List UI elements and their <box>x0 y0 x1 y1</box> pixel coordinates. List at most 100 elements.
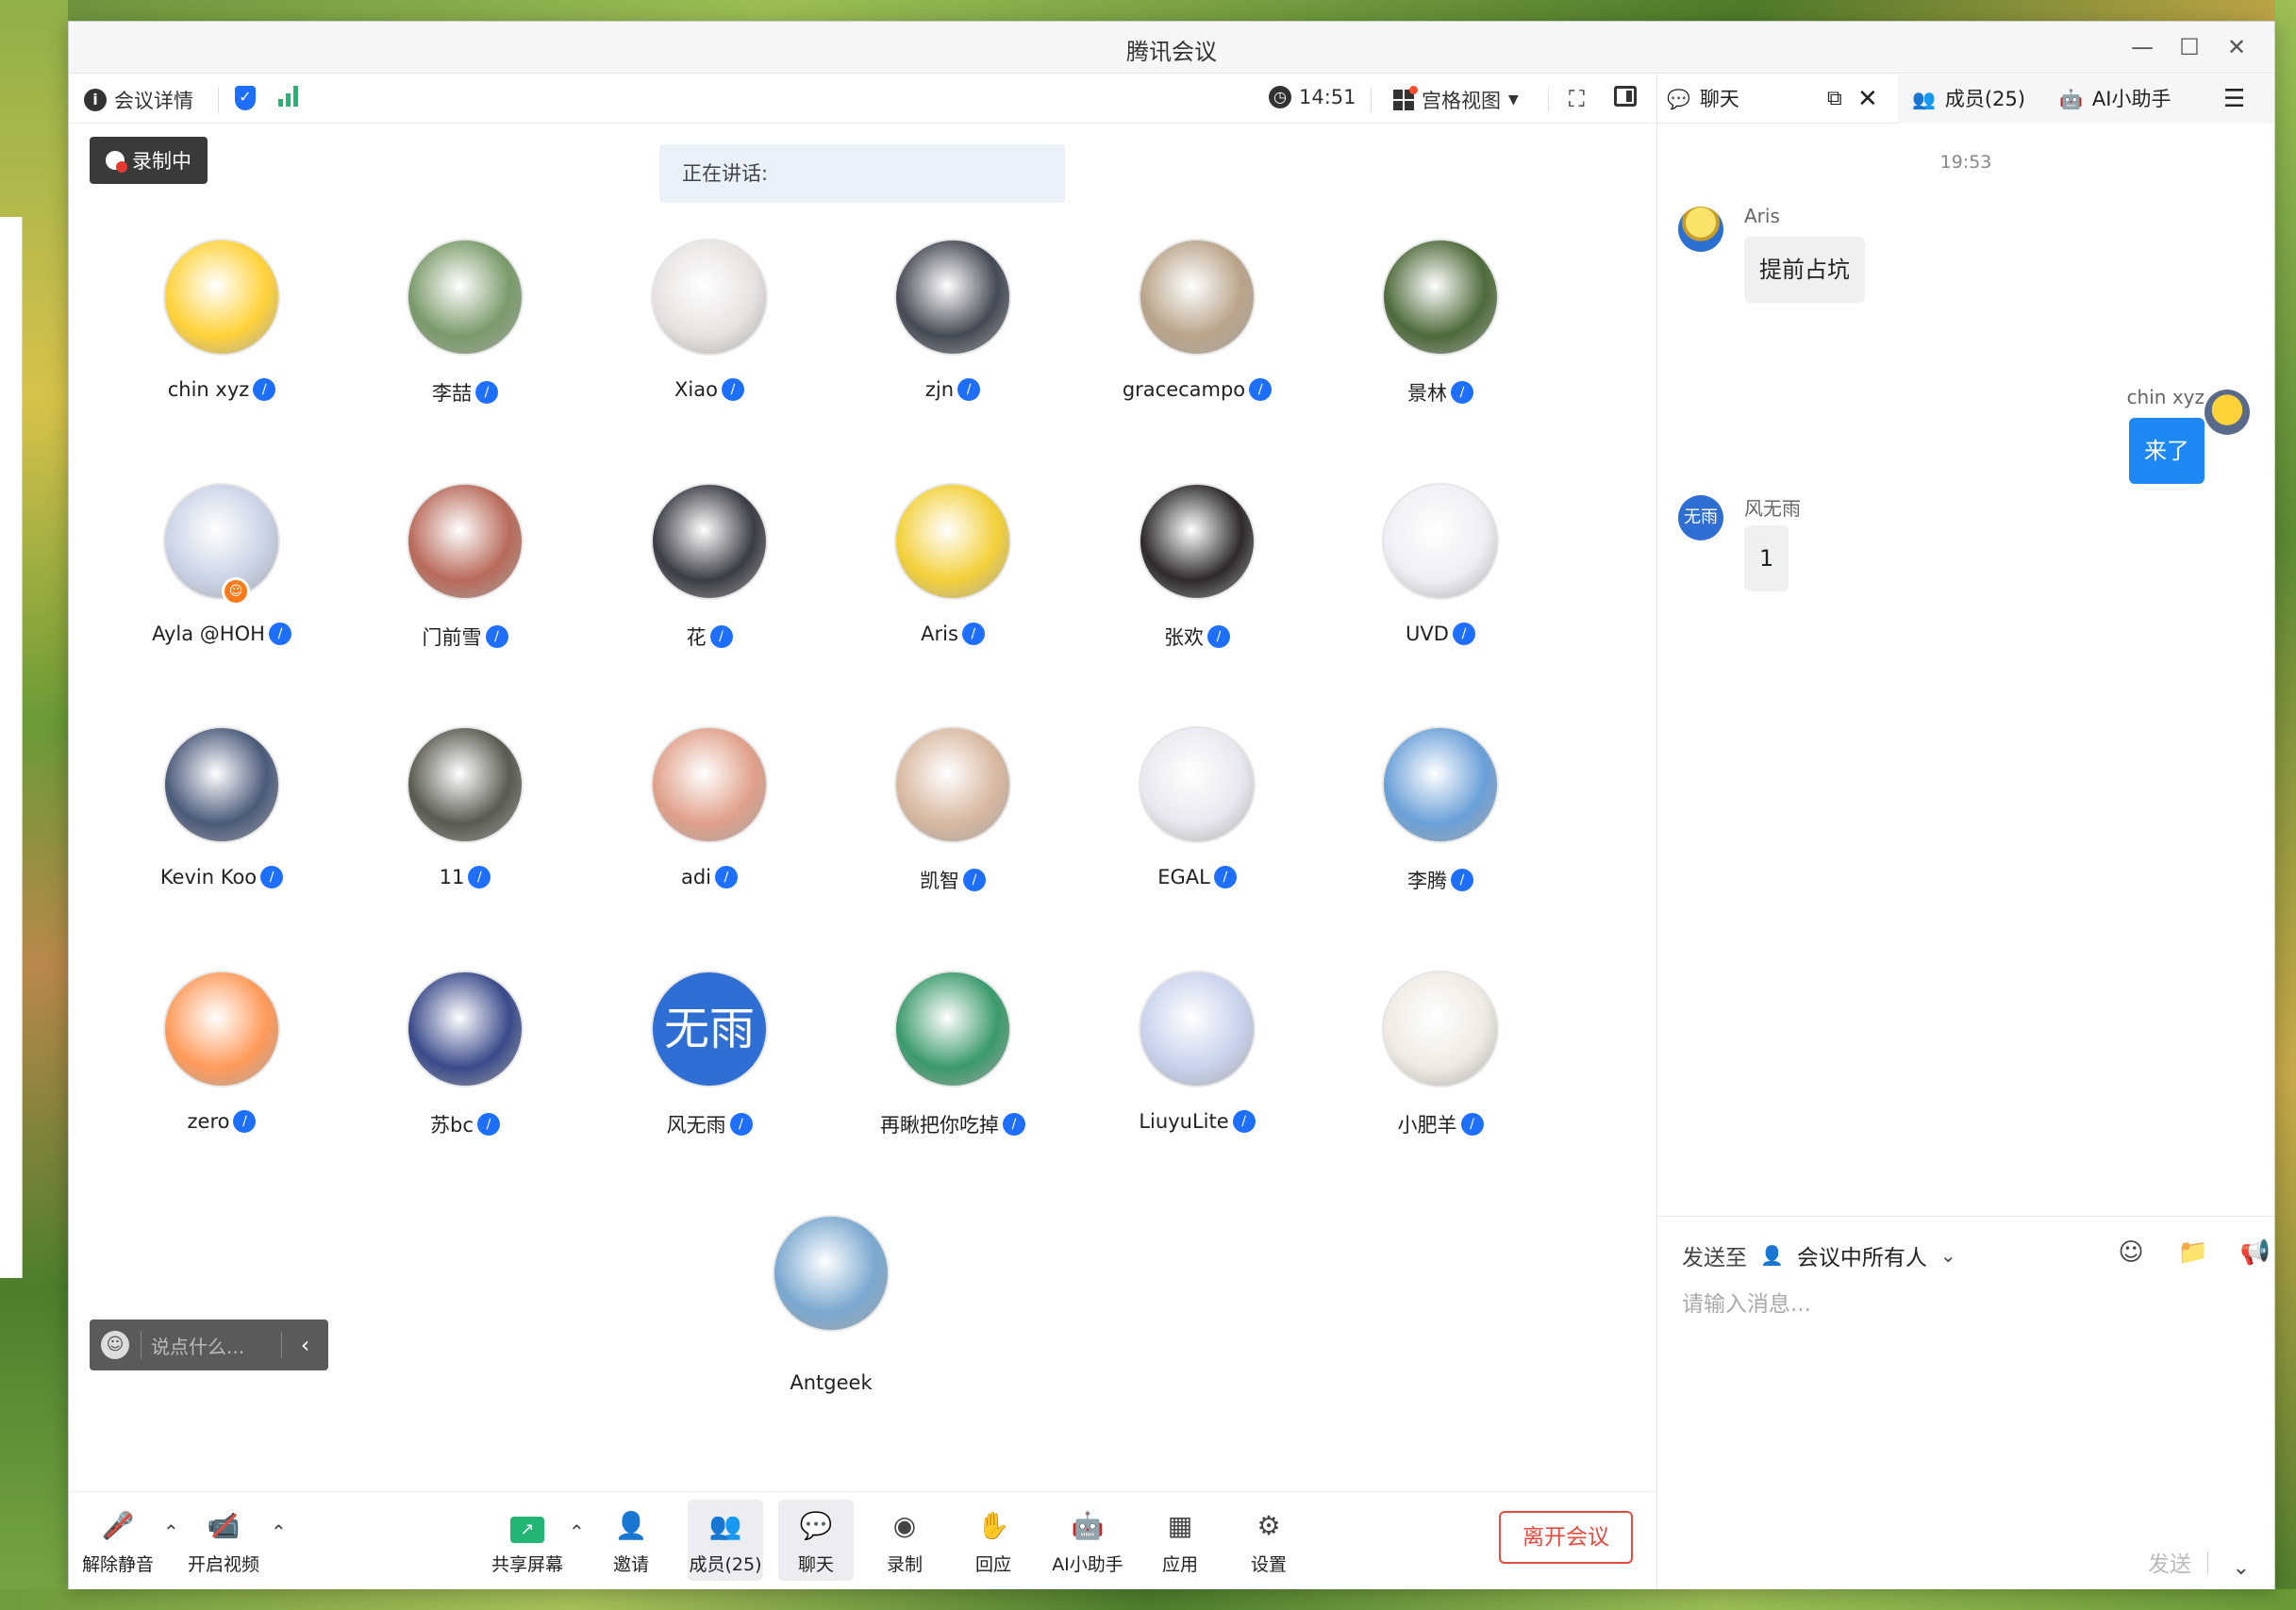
avatar[interactable] <box>407 971 524 1087</box>
avatar[interactable] <box>894 239 1011 356</box>
avatar[interactable] <box>1382 483 1499 600</box>
close-window-button[interactable]: ✕ <box>2218 31 2255 63</box>
avatar[interactable] <box>1382 971 1499 1087</box>
avatar[interactable] <box>651 726 768 843</box>
audio-options-caret-icon[interactable]: ⌃ <box>163 1520 179 1543</box>
emoji-icon[interactable]: ☺ <box>101 1331 129 1359</box>
participant-tile[interactable]: 小肥羊 ∕ <box>1346 971 1535 1159</box>
avatar[interactable] <box>894 483 1011 600</box>
record-button[interactable]: ◉ 录制 <box>867 1500 942 1581</box>
unmute-button[interactable]: 🎤 解除静音 <box>80 1500 156 1581</box>
participant-tile[interactable]: zjn ∕ <box>858 239 1047 427</box>
share-screen-button[interactable]: ↗ 共享屏幕 <box>490 1500 565 1581</box>
security-button[interactable]: ✓ <box>235 86 256 110</box>
tab-members[interactable]: 👥 成员(25) <box>1912 75 2025 124</box>
minimize-button[interactable]: — <box>2123 31 2161 63</box>
participant-tile[interactable]: 花 ∕ <box>615 483 804 672</box>
members-button[interactable]: 👥 成员(25) <box>688 1500 763 1581</box>
panel-menu-button[interactable]: ☰ <box>2223 75 2245 124</box>
ai-assistant-button[interactable]: 🤖 AI小助手 <box>1040 1500 1135 1581</box>
participant-tile[interactable]: 李喆 ∕ <box>371 239 559 427</box>
participant-tile[interactable]: 景林 ∕ <box>1346 239 1535 427</box>
hamburger-menu-icon: ☰ <box>2223 85 2246 113</box>
invite-button[interactable]: 👤 邀请 <box>593 1500 669 1581</box>
participant-tile[interactable]: gracecampo ∕ <box>1103 239 1291 427</box>
avatar[interactable] <box>1139 483 1256 600</box>
participant-tile[interactable]: 11 ∕ <box>371 726 559 915</box>
avatar[interactable] <box>651 239 768 356</box>
avatar[interactable] <box>894 726 1011 843</box>
avatar[interactable] <box>651 483 768 600</box>
grid-view-dropdown[interactable]: 宫格视图 ▼ <box>1393 86 1519 114</box>
meeting-details-button[interactable]: i 会议详情 <box>84 86 193 114</box>
maximize-button[interactable]: ☐ <box>2171 31 2208 63</box>
record-icon: ◉ <box>892 1510 917 1541</box>
participant-tile[interactable]: 无雨 风无雨 ∕ <box>615 971 804 1159</box>
avatar[interactable] <box>1139 726 1256 843</box>
avatar[interactable] <box>1139 971 1256 1087</box>
participant-tile[interactable]: chin xyz ∕ <box>127 239 316 427</box>
avatar[interactable] <box>773 1215 890 1332</box>
mic-status-icon: ∕ <box>1460 1113 1484 1136</box>
start-video-button[interactable]: 📹 开启视频 <box>186 1500 261 1581</box>
avatar[interactable] <box>1382 239 1499 356</box>
avatar[interactable] <box>1678 207 1723 252</box>
participant-tile[interactable]: 凯智 ∕ <box>858 726 1047 915</box>
avatar[interactable] <box>163 483 280 600</box>
apps-button[interactable]: ▦ 应用 <box>1142 1500 1218 1581</box>
leave-meeting-button[interactable]: 离开会议 <box>1499 1511 1633 1564</box>
chat-button[interactable]: 💬 聊天 <box>778 1500 854 1581</box>
send-options-chevron-icon[interactable]: ⌄ <box>2233 1556 2250 1580</box>
avatar[interactable] <box>2204 390 2250 435</box>
participant-tile[interactable]: 苏bc ∕ <box>371 971 559 1159</box>
announcement-icon[interactable]: 📢 <box>2238 1236 2272 1270</box>
avatar[interactable] <box>163 726 280 843</box>
fullscreen-button[interactable]: ⛶ <box>1569 86 1585 112</box>
participant-tile[interactable]: Antgeek <box>737 1215 925 1403</box>
participant-tile[interactable]: 门前雪 ∕ <box>371 483 559 672</box>
avatar[interactable] <box>894 971 1011 1087</box>
participant-tile[interactable]: EGAL ∕ <box>1103 726 1291 915</box>
react-button[interactable]: ✋ 回应 <box>956 1500 1031 1581</box>
message-input[interactable] <box>1682 1292 2248 1317</box>
toggle-sidebar-button[interactable] <box>1614 86 1637 107</box>
tab-ai-assistant[interactable]: 🤖 AI小助手 <box>2059 75 2171 124</box>
avatar[interactable]: 无雨 <box>1678 495 1723 540</box>
tab-chat[interactable]: 💬 聊天 <box>1667 75 1739 124</box>
participant-tile[interactable]: 再瞅把你吃掉 ∕ <box>858 971 1047 1159</box>
participant-tile[interactable]: 张欢 ∕ <box>1103 483 1291 672</box>
start-video-label: 开启视频 <box>187 1554 259 1575</box>
avatar[interactable] <box>163 971 280 1087</box>
participant-name: Ayla @HOH <box>152 622 265 645</box>
shield-icon: ✓ <box>235 86 256 110</box>
folder-icon[interactable]: 📁 <box>2176 1236 2210 1270</box>
avatar[interactable] <box>407 483 524 600</box>
close-panel-button[interactable]: ✕ <box>1857 75 1878 124</box>
participant-tile[interactable]: Xiao ∕ <box>615 239 804 427</box>
participant-tile[interactable]: ☺ Ayla @HOH ∕ <box>127 483 316 672</box>
chevron-left-icon[interactable]: ‹ <box>281 1332 328 1358</box>
avatar[interactable] <box>407 239 524 356</box>
video-options-caret-icon[interactable]: ⌃ <box>271 1520 287 1543</box>
participant-tile[interactable]: UVD ∕ <box>1346 483 1535 672</box>
pop-out-button[interactable]: ⧉ <box>1827 75 1842 124</box>
avatar[interactable]: 无雨 <box>651 971 768 1087</box>
participant-tile[interactable]: zero ∕ <box>127 971 316 1159</box>
avatar[interactable] <box>1382 726 1499 843</box>
avatar[interactable] <box>1139 239 1256 356</box>
participant-tile[interactable]: Kevin Koo ∕ <box>127 726 316 915</box>
network-quality-button[interactable] <box>278 86 298 107</box>
settings-button[interactable]: ⚙ 设置 <box>1231 1500 1306 1581</box>
emoji-icon[interactable]: ☺ <box>2114 1236 2148 1270</box>
send-to-selector[interactable]: 发送至 👤 会议中所有人 ⌄ <box>1682 1239 1956 1271</box>
send-button[interactable]: 发送 <box>2148 1546 2191 1578</box>
quick-chat-box[interactable]: ☺ 说点什么... ‹ <box>90 1320 328 1370</box>
participant-tile[interactable]: Aris ∕ <box>858 483 1047 672</box>
share-options-caret-icon[interactable]: ⌃ <box>569 1520 585 1543</box>
participant-tile[interactable]: adi ∕ <box>615 726 804 915</box>
participant-tile[interactable]: LiuyuLite ∕ <box>1103 971 1291 1159</box>
avatar[interactable] <box>163 239 280 356</box>
avatar[interactable] <box>407 726 524 843</box>
participant-tile[interactable]: 李腾 ∕ <box>1346 726 1535 915</box>
participant-name: 张欢 <box>1164 626 1204 649</box>
